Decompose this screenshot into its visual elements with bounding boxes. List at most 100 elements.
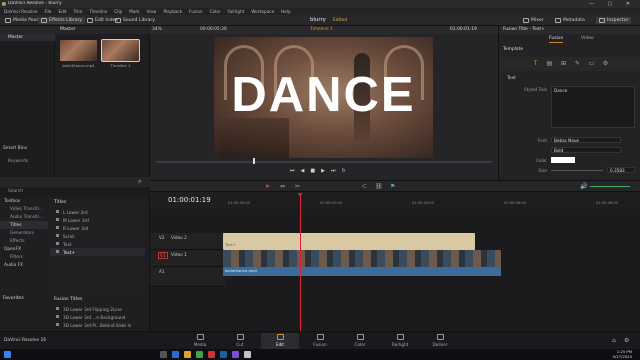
layout-tool-icon[interactable]: ▤ xyxy=(546,60,553,67)
size-slider[interactable] xyxy=(551,170,603,171)
keywords-bin[interactable]: Keywords xyxy=(8,158,28,163)
effects-tree-item[interactable]: Filters xyxy=(0,253,48,261)
flag-icon[interactable]: ⚑ xyxy=(390,183,395,190)
taskbar-app-icon[interactable] xyxy=(172,351,179,358)
menu-item-timeline[interactable]: Timeline xyxy=(89,9,107,14)
color-swatch[interactable] xyxy=(551,157,575,163)
title-item[interactable]: L Lower 3rd xyxy=(50,208,145,216)
page-tab-cut[interactable]: Cut xyxy=(221,333,259,349)
taskbar-app-icon[interactable] xyxy=(184,351,191,358)
page-tab-color[interactable]: Color xyxy=(341,333,379,349)
jump-start-icon[interactable]: ⏮ xyxy=(290,168,295,174)
title-item[interactable]: Scroll xyxy=(50,232,145,240)
title-item[interactable]: R Lower 3rd xyxy=(50,224,145,232)
menu-item-workspace[interactable]: Workspace xyxy=(251,9,274,14)
taskbar-app-icon[interactable] xyxy=(244,351,251,358)
audio-clip[interactable]: bailet5ance.mp4 xyxy=(223,267,501,276)
tab-fusion[interactable]: Fusion xyxy=(549,36,564,43)
image-tool-icon[interactable]: ▭ xyxy=(588,60,595,67)
volume-slider[interactable] xyxy=(590,186,630,187)
title-item[interactable]: Text+ xyxy=(50,248,145,256)
video-frame[interactable]: DANCE xyxy=(214,37,433,158)
effects-tree-item[interactable]: Titles xyxy=(0,221,48,229)
link-icon[interactable]: ⛓ xyxy=(375,183,383,190)
media-clip[interactable]: bailet5ance.mp4 xyxy=(60,40,97,68)
zoom-level[interactable]: 34% xyxy=(152,27,162,32)
stop-icon[interactable]: ■ xyxy=(310,168,315,174)
track-header-v2[interactable]: V2 Video 2 xyxy=(150,233,225,250)
menu-item-file[interactable]: File xyxy=(44,9,51,14)
dance-title-text[interactable]: DANCE xyxy=(214,67,433,123)
transform-tool-icon[interactable]: ⊞ xyxy=(560,60,567,67)
window-controls[interactable]: — ▢ ✕ xyxy=(589,1,636,7)
effects-search-field[interactable]: Search xyxy=(0,188,150,197)
loop-icon[interactable]: ↻ xyxy=(341,168,345,174)
shading-tool-icon[interactable]: ✎ xyxy=(574,60,581,67)
styled-text-field[interactable]: Dance xyxy=(551,86,635,128)
reverse-play-icon[interactable]: ◀ xyxy=(301,168,305,174)
fusion-title-item[interactable]: 3D Lower 3rd ...e Background xyxy=(50,313,145,321)
page-tab-fusion[interactable]: Fusion xyxy=(301,333,339,349)
blade-tool-icon[interactable]: ✂ xyxy=(295,183,300,190)
font-style-dropdown[interactable]: Bold xyxy=(551,147,621,153)
tab-video[interactable]: Video xyxy=(581,36,594,41)
fusion-title-item[interactable]: 3D Lower 3rd Pi...Behind Slide In xyxy=(50,321,145,329)
template-section[interactable]: Template xyxy=(503,47,523,52)
effects-tree-item[interactable]: Video Transiti... xyxy=(0,205,48,213)
jump-end-icon[interactable]: ⏭ xyxy=(331,168,336,174)
timeline-clip[interactable]: Timeline 1 xyxy=(101,39,140,68)
mixer-button[interactable]: Mixer xyxy=(520,17,547,24)
viewer-playhead[interactable] xyxy=(253,158,256,164)
fusion-title-item[interactable]: 3D Lower 3rd Flipping 2Line xyxy=(50,305,145,313)
title-item[interactable]: M Lower 3rd xyxy=(50,216,145,224)
inspector-button[interactable]: Inspector xyxy=(596,17,632,24)
play-icon[interactable]: ▶ xyxy=(321,168,325,174)
timeline-timecode[interactable]: 01:00:01:19 xyxy=(168,196,211,204)
page-tab-fairlight[interactable]: Fairlight xyxy=(381,333,419,349)
page-tab-edit[interactable]: Edit xyxy=(261,333,299,349)
menu-item-davinci-resolve[interactable]: DaVinci Resolve xyxy=(4,9,37,14)
viewer-scrubber[interactable] xyxy=(156,161,492,163)
size-value[interactable]: 0.3583 xyxy=(607,167,635,173)
selection-tool-icon[interactable]: ➤ xyxy=(265,183,270,190)
settings-tool-icon[interactable]: ⚙ xyxy=(602,60,609,67)
start-icon[interactable] xyxy=(4,351,11,358)
page-tab-deliver[interactable]: Deliver xyxy=(421,333,459,349)
effects-tree-item[interactable]: Effects xyxy=(0,237,48,245)
track-header-a1[interactable]: A1 xyxy=(150,267,225,287)
menu-item-view[interactable]: View xyxy=(147,9,157,14)
home-icon[interactable]: ⌂ xyxy=(612,337,616,344)
metadata-button[interactable]: Metadata xyxy=(552,17,588,24)
track-header-v1[interactable]: V1 Video 1 xyxy=(150,250,225,267)
trim-tool-icon[interactable]: ⇔ xyxy=(280,183,285,190)
title-item[interactable]: Text xyxy=(50,240,145,248)
taskbar-app-icon[interactable] xyxy=(196,351,203,358)
title-clip[interactable]: Text+ xyxy=(223,233,475,250)
bin-master[interactable]: Master xyxy=(0,34,55,41)
media-pool-button[interactable]: Media Pool xyxy=(2,17,41,24)
effects-tree-item[interactable]: Audio FX xyxy=(0,261,48,269)
settings-icon[interactable]: ⚙ xyxy=(624,337,629,344)
menu-item-clip[interactable]: Clip xyxy=(114,9,122,14)
menu-item-playback[interactable]: Playback xyxy=(163,9,182,14)
taskbar-app-icon[interactable] xyxy=(160,351,167,358)
effects-library-button[interactable]: Effects Library xyxy=(38,17,86,24)
sound-library-button[interactable]: Sound Library xyxy=(112,17,158,24)
menu-item-fairlight[interactable]: Fairlight xyxy=(228,9,245,14)
text-tool-icon[interactable]: T xyxy=(532,60,539,67)
menu-item-help[interactable]: Help xyxy=(281,9,291,14)
video-clip[interactable] xyxy=(223,250,501,267)
menu-item-fusion[interactable]: Fusion xyxy=(189,9,202,14)
menu-item-color[interactable]: Color xyxy=(210,9,221,14)
timeline-name-dropdown[interactable]: Timeline 1 xyxy=(310,27,333,32)
page-tab-media[interactable]: Media xyxy=(181,333,219,349)
timeline-ruler[interactable]: 01:00:00:00 01:00:02:00 01:00:04:00 01:0… xyxy=(225,192,640,209)
taskbar-app-icon[interactable] xyxy=(220,351,227,358)
volume-icon[interactable]: 🔊 xyxy=(580,183,587,190)
menu-item-edit[interactable]: Edit xyxy=(58,9,66,14)
effects-tree-item[interactable]: Generators xyxy=(0,229,48,237)
timeline-playhead[interactable] xyxy=(299,196,301,331)
effects-tree-item[interactable]: Audio Transiti... xyxy=(0,213,48,221)
font-dropdown[interactable]: Bebas Neue xyxy=(551,137,621,143)
effects-tree-item[interactable]: Toolbox xyxy=(0,197,48,205)
